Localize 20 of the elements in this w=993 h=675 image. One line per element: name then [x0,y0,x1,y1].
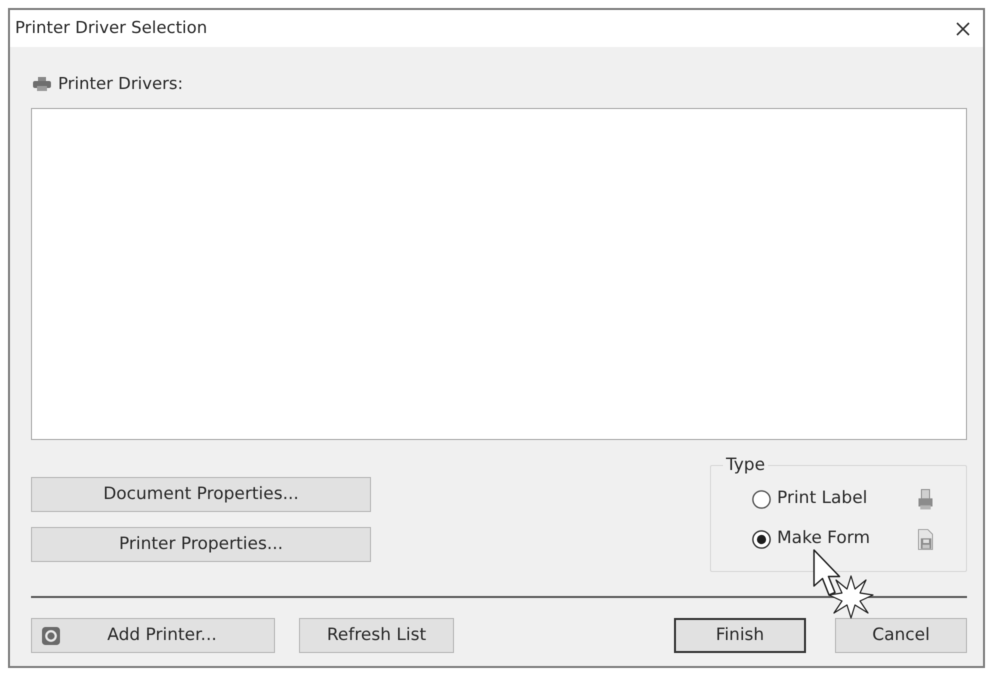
window-title: Printer Driver Selection [15,17,208,40]
group-label: Type [725,456,766,474]
properties-button[interactable]: Printer Properties... [31,527,371,562]
radio-button[interactable] [752,530,771,548]
printer-icon [33,77,51,91]
dialog-button[interactable]: Cancel [835,618,967,653]
properties-button[interactable]: Document Properties... [31,477,371,512]
printer-icon [917,488,934,510]
starburst-icon [828,575,874,619]
ring-tile-icon [42,626,60,644]
radio-label[interactable]: Print Label [777,486,868,512]
section-label: Printer Drivers: [58,72,184,95]
radio-label[interactable]: Make Form [777,526,870,552]
add-printer-button[interactable]: Add Printer... [31,618,275,653]
document-floppy-icon [917,528,934,550]
dialog-button[interactable]: Refresh List [299,618,454,653]
radio-button[interactable] [752,490,771,508]
close-icon[interactable] [956,22,970,36]
dialog-button[interactable]: Finish [674,618,806,653]
mouse-pointer-icon [813,549,841,597]
